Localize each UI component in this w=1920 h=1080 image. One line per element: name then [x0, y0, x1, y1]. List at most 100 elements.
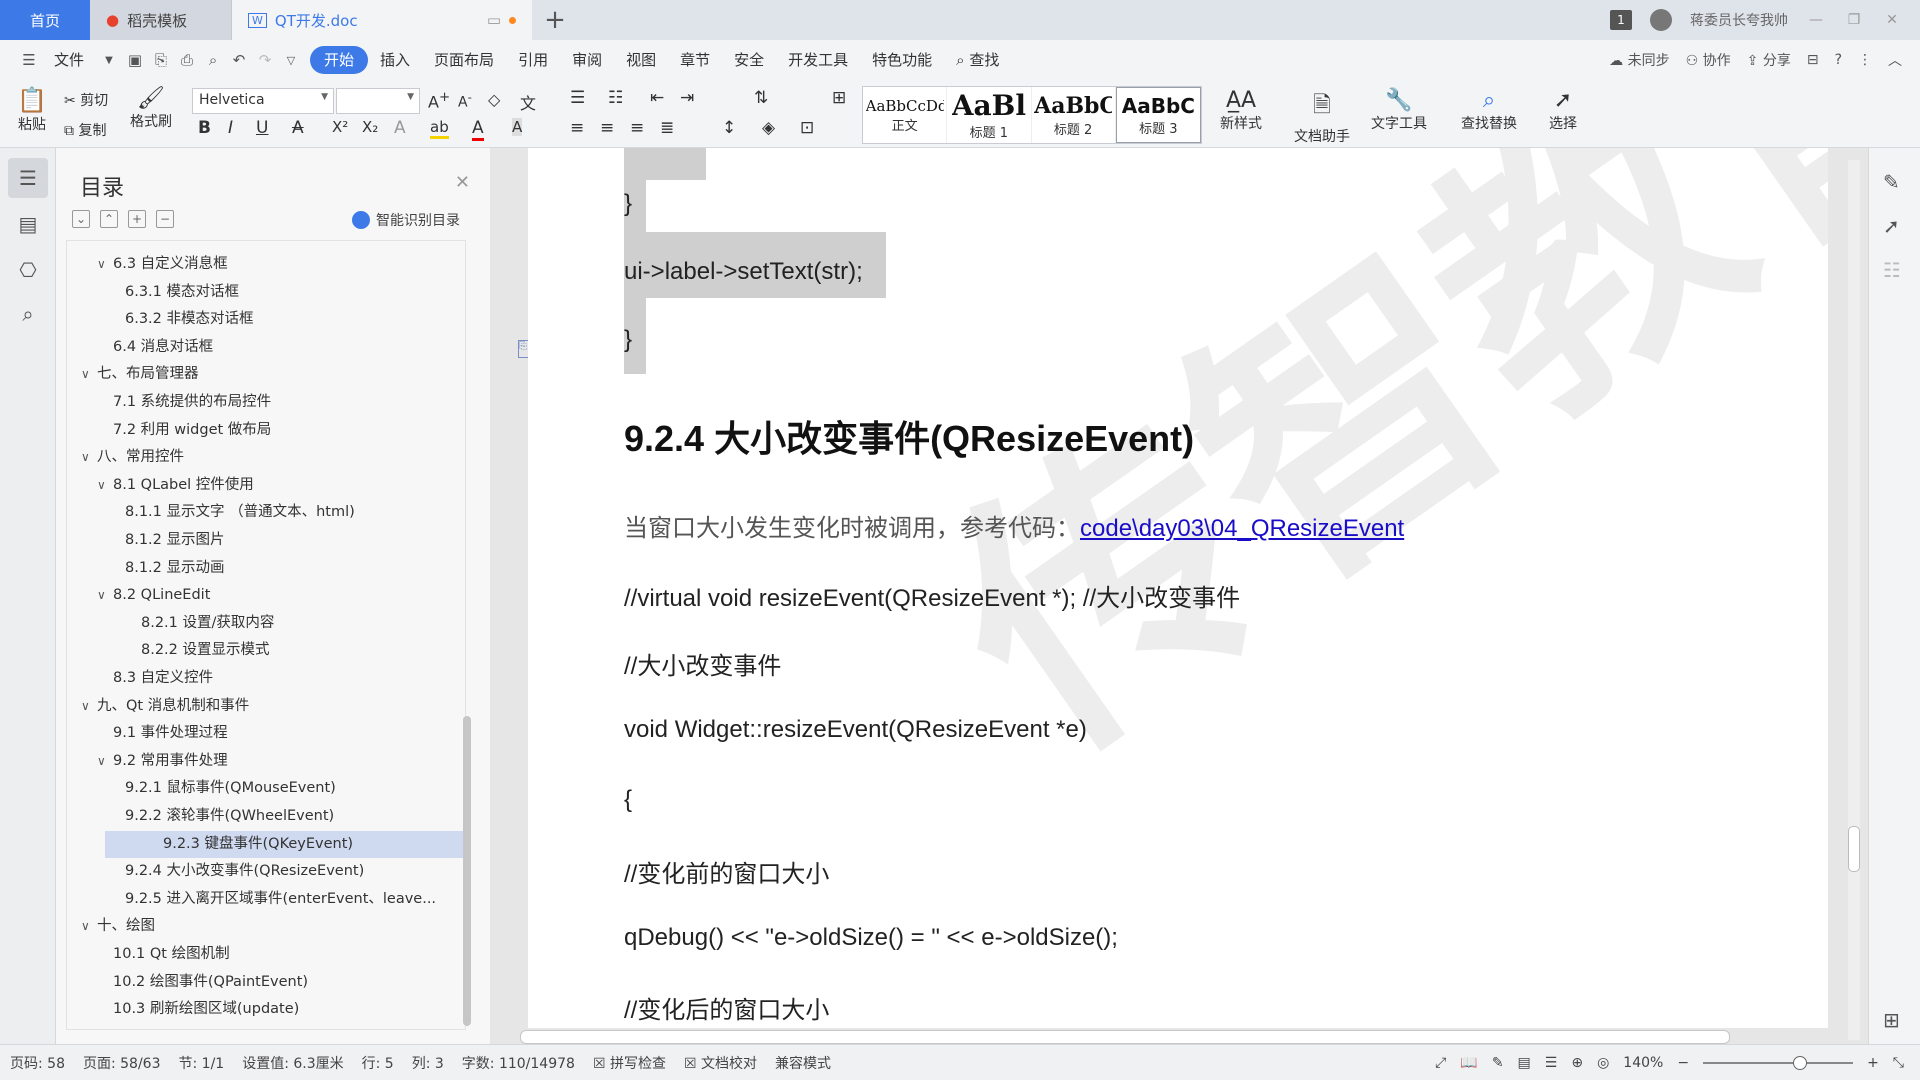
toc-item[interactable]: ∨ 七、布局管理器 — [67, 361, 465, 388]
style-heading-2[interactable]: AaBbC 标题 2 — [1032, 87, 1116, 143]
menu-file[interactable]: 文件 — [42, 46, 96, 74]
font-shrink-icon[interactable]: A- — [458, 90, 472, 111]
align-right-icon[interactable]: ≡ — [630, 118, 644, 138]
user-avatar[interactable] — [1650, 9, 1672, 31]
new-style-button[interactable]: A̲A 新样式 — [1212, 88, 1270, 133]
menu-dev-tools[interactable]: 开发工具 — [776, 46, 860, 74]
hamburger-icon[interactable]: ☰ — [16, 51, 42, 69]
toc-item[interactable]: 10.1 Qt 绘图机制 — [67, 941, 465, 968]
toc-item[interactable]: ∨ 9.2 常用事件处理 — [67, 748, 465, 775]
toc-item[interactable]: 8.1.1 显示文字 （普通文本、html) — [67, 499, 465, 526]
menu-start[interactable]: 开始 — [310, 46, 369, 74]
sort-icon[interactable]: ⇅ — [754, 88, 768, 108]
zoom-level[interactable]: 140% — [1623, 1055, 1663, 1071]
grid-icon[interactable]: ⊞ — [1883, 1008, 1900, 1032]
toc-item[interactable]: 6.3.1 模态对话框 — [67, 279, 465, 306]
strikethrough-icon[interactable]: A — [292, 118, 304, 138]
status-section[interactable]: 节: 1/1 — [179, 1053, 225, 1073]
toc-item[interactable]: 8.3 自定义控件 — [67, 665, 465, 692]
clear-format-icon[interactable]: ◇ — [488, 90, 500, 109]
eye-protect-icon[interactable]: ◎ — [1597, 1055, 1609, 1071]
toc-item[interactable]: ∨ 十、绘图 — [67, 913, 465, 940]
settings-icon[interactable]: ☷ — [1883, 258, 1901, 282]
page-view-icon[interactable]: ▤ — [1518, 1055, 1531, 1071]
border-icon[interactable]: ⊡ — [800, 118, 814, 138]
chevron-down-icon[interactable]: ∨ — [97, 472, 113, 499]
toc-item[interactable]: ∨ 九、Qt 消息机制和事件 — [67, 693, 465, 720]
toc-item[interactable]: 6.4 消息对话框 — [67, 334, 465, 361]
edit-mode-icon[interactable]: ✎ — [1492, 1055, 1504, 1071]
align-center-icon[interactable]: ≡ — [600, 118, 614, 138]
collab-button[interactable]: ⚇ 协作 — [1686, 50, 1731, 70]
kebab-icon[interactable]: ⋮ — [1858, 52, 1872, 68]
menu-insert[interactable]: 插入 — [368, 46, 422, 74]
menu-references[interactable]: 引用 — [506, 46, 560, 74]
zoom-out-icon[interactable]: − — [1677, 1055, 1689, 1071]
numbered-list-icon[interactable]: ☷ — [608, 88, 623, 108]
outline-view-icon[interactable]: ☰ — [1545, 1055, 1558, 1071]
toc-scrollbar[interactable] — [463, 716, 471, 1026]
menu-security[interactable]: 安全 — [722, 46, 776, 74]
toc-item[interactable]: 8.1.2 显示动画 — [67, 555, 465, 582]
font-color-icon[interactable]: A — [472, 118, 484, 141]
undo-icon[interactable]: ↶ — [226, 51, 252, 69]
toc-item[interactable]: 10.2 绘图事件(QPaintEvent) — [67, 969, 465, 996]
status-page-number[interactable]: 页码: 58 — [10, 1053, 65, 1073]
document-scroll-thumb[interactable] — [1848, 826, 1860, 872]
remove-level-icon[interactable]: − — [156, 210, 174, 228]
toc-item[interactable]: 6.3.2 非模态对话框 — [67, 306, 465, 333]
text-tools-button[interactable]: 🔧 文字工具 — [1362, 88, 1436, 133]
tab-home[interactable]: 首页 — [0, 0, 90, 40]
chevron-down-icon[interactable]: ∨ — [97, 582, 113, 609]
zoom-in-icon[interactable]: + — [1867, 1055, 1879, 1071]
sync-button[interactable]: ☁ 未同步 — [1609, 50, 1669, 70]
customize-icon[interactable]: ▽ — [278, 54, 304, 67]
toc-item[interactable]: 7.2 利用 widget 做布局 — [67, 417, 465, 444]
chevron-down-icon[interactable]: ∨ — [81, 361, 97, 388]
chevron-down-icon[interactable]: ∨ — [81, 913, 97, 940]
print-icon[interactable]: ⎙ — [174, 51, 200, 69]
toc-item[interactable]: 10.3 刷新绘图区域(update) — [67, 996, 465, 1023]
format-painter-button[interactable]: 🖌 格式刷 — [128, 86, 174, 131]
status-wordcount[interactable]: 字数: 110/14978 — [462, 1053, 575, 1073]
menu-view[interactable]: 视图 — [614, 46, 668, 74]
share-button[interactable]: ⇪ 分享 — [1747, 50, 1791, 70]
zoom-slider-knob[interactable] — [1793, 1055, 1808, 1070]
status-setting[interactable]: 设置值: 6.3厘米 — [242, 1053, 343, 1073]
menu-review[interactable]: 审阅 — [560, 46, 614, 74]
align-left-icon[interactable]: ≡ — [570, 118, 584, 138]
document-vertical-scrollbar[interactable] — [1848, 160, 1860, 1040]
document-horizontal-scrollbar[interactable] — [520, 1030, 1730, 1044]
toc-item[interactable]: 8.2.2 设置显示模式 — [67, 637, 465, 664]
restore-icon[interactable]: ❐ — [1844, 12, 1864, 28]
expand-all-icon[interactable]: ⌄ — [72, 210, 90, 228]
bookmark-icon[interactable]: ⎔ — [8, 250, 48, 290]
tab-templates[interactable]: ● 稻壳模板 — [90, 0, 232, 40]
menu-search[interactable]: ⌕ 查找 — [944, 46, 1011, 74]
close-window-icon[interactable]: ✕ — [1882, 12, 1902, 28]
toc-toggle-icon[interactable]: ☰ — [8, 158, 48, 198]
bullet-list-icon[interactable]: ☰ — [570, 88, 585, 108]
italic-icon[interactable]: I — [228, 118, 233, 138]
outdent-icon[interactable]: ⇤ — [650, 88, 664, 108]
chevron-down-icon[interactable]: ∨ — [97, 748, 113, 775]
chevron-down-icon[interactable]: ∨ — [81, 444, 97, 471]
toc-item[interactable]: 8.2.1 设置/获取内容 — [67, 610, 465, 637]
window-count-badge[interactable]: 1 — [1610, 10, 1632, 30]
style-heading-3[interactable]: AaBbC 标题 3 — [1115, 87, 1201, 143]
font-grow-icon[interactable]: A+ — [428, 90, 450, 111]
pointer-icon[interactable]: ➚ — [1883, 214, 1900, 238]
proofread-button[interactable]: ☒ 文档校对 — [684, 1053, 757, 1073]
font-size-select[interactable]: ▼ — [336, 88, 420, 114]
show-marks-icon[interactable]: ⊞ — [832, 88, 846, 108]
toc-item[interactable]: 9.2.3 键盘事件(QKeyEvent) — [105, 830, 465, 858]
minimize-icon[interactable]: — — [1806, 12, 1826, 28]
more-options-icon[interactable]: ⊟ — [1807, 52, 1819, 68]
add-level-icon[interactable]: + — [128, 210, 146, 228]
document-page[interactable]: 传智教育 } ui->label->setText(str); } 9.2.4 … — [528, 148, 1828, 1028]
shading-icon[interactable]: ◈ — [762, 118, 775, 138]
chevron-down-icon[interactable]: ▼ — [96, 55, 122, 66]
spellcheck-button[interactable]: ☒ 拼写检查 — [593, 1053, 666, 1073]
toc-item[interactable]: 9.2.5 进入离开区域事件(enterEvent、leave... — [67, 886, 465, 913]
tab-document[interactable]: W QT开发.doc ▭ — [232, 0, 532, 40]
